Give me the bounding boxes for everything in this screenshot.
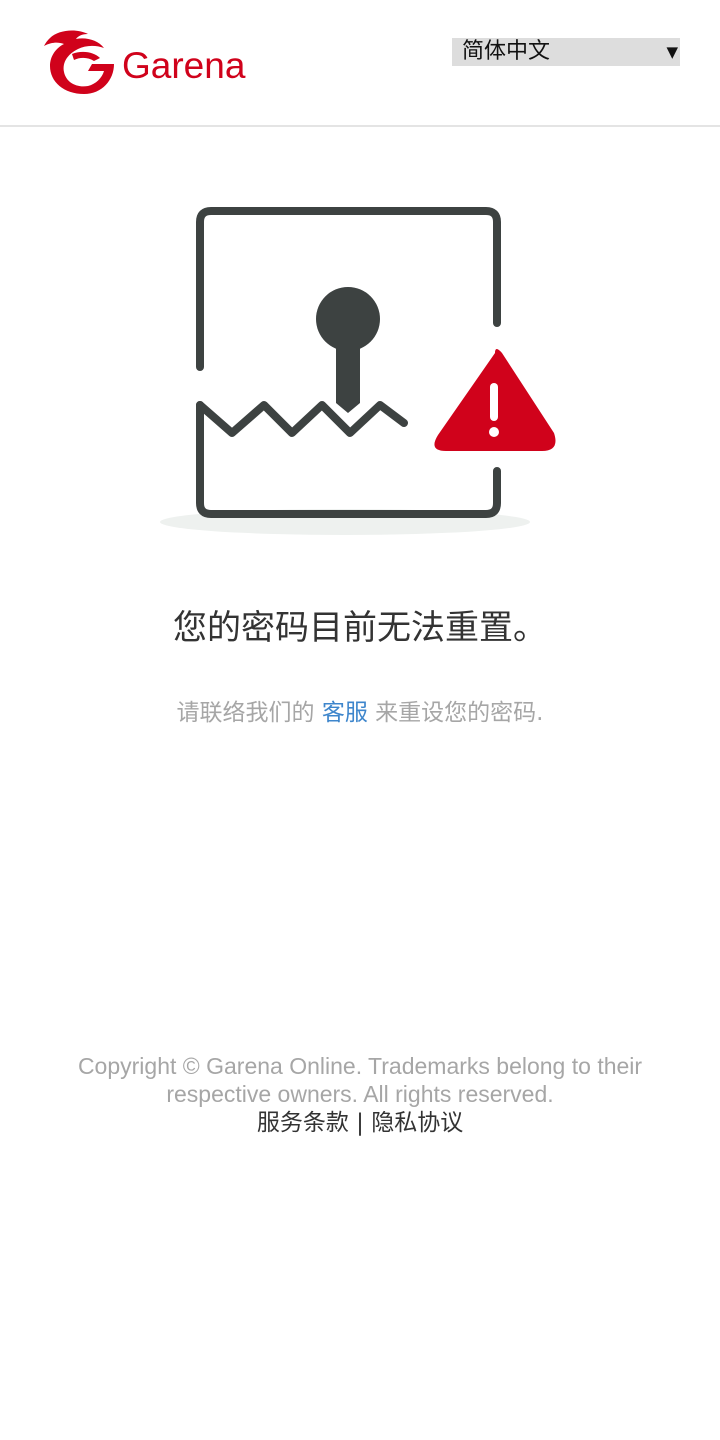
- footer: Copyright © Garena Online. Trademarks be…: [40, 1052, 680, 1137]
- terms-of-service-link[interactable]: 服务条款: [257, 1110, 349, 1136]
- header: Garena 简体中文 ▼: [0, 0, 720, 127]
- language-selected-value: 简体中文: [462, 39, 551, 64]
- caret-down-icon: ▼: [666, 43, 678, 61]
- customer-service-link[interactable]: 客服: [322, 700, 368, 726]
- privacy-policy-link[interactable]: 隐私协议: [371, 1110, 463, 1136]
- message-text-after: 来重设您的密码.: [375, 700, 544, 726]
- warning-triangle-icon: [434, 349, 556, 451]
- footer-links: 服务条款 | 隐私协议: [40, 1109, 680, 1137]
- broken-lock-warning-icon: [150, 195, 570, 545]
- message-text-before: 请联络我们的: [176, 700, 315, 726]
- reset-message: 请联络我们的 客服 来重设您的密码.: [0, 694, 720, 732]
- copyright-text: Copyright © Garena Online. Trademarks be…: [77, 1053, 643, 1107]
- language-select[interactable]: 简体中文 ▼: [452, 38, 680, 66]
- logo-wordmark: Garena: [122, 45, 246, 86]
- page-title: 您的密码目前无法重置。: [173, 608, 547, 648]
- garena-logo[interactable]: Garena: [38, 28, 253, 98]
- footer-separator: |: [356, 1110, 364, 1136]
